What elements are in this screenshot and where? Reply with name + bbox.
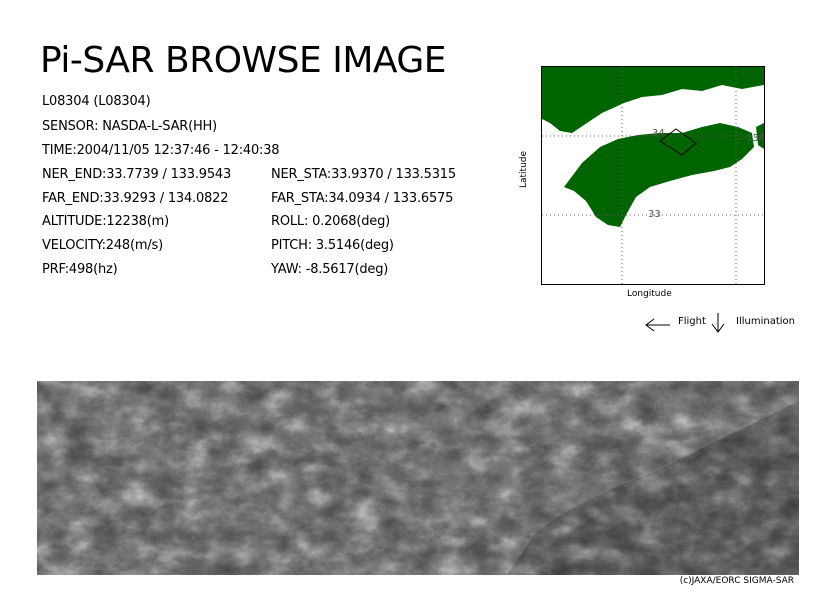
far-sta-field: FAR_STA:34.0934 / 133.6575 [271, 191, 454, 206]
pitch-field: PITCH: 3.5146(deg) [271, 238, 394, 253]
prf-field: PRF:498(hz) [42, 262, 118, 277]
scene-id: L08304 (L08304) [42, 94, 151, 109]
sar-image [37, 381, 799, 575]
altitude-field: ALTITUDE:12238(m) [42, 214, 169, 229]
yaw-field: YAW: -8.5617(deg) [271, 262, 389, 277]
lon-tick-134: 134 [746, 133, 764, 144]
land-honshu [542, 67, 764, 133]
roll-field: ROLL: 0.2068(deg) [271, 214, 390, 229]
lat-tick-33: 33 [648, 209, 661, 220]
locator-map-graphic: 34 33 134 [542, 67, 764, 284]
sar-terrain-texture [37, 381, 799, 575]
illumination-label: Illumination [736, 316, 795, 327]
ner-sta-field: NER_STA:33.9370 / 133.5315 [271, 167, 456, 182]
lat-tick-34: 34 [652, 128, 665, 139]
far-end-field: FAR_END:33.9293 / 134.0822 [42, 191, 229, 206]
flight-label: Flight [678, 316, 706, 327]
ner-end-field: NER_END:33.7739 / 133.9543 [42, 167, 232, 182]
latitude-axis-label: Latitude [519, 150, 529, 188]
time-field: TIME:2004/11/05 12:37:46 - 12:40:38 [42, 143, 280, 158]
page-title: Pi-SAR BROWSE IMAGE [40, 40, 447, 81]
longitude-axis-label: Longitude [627, 289, 672, 299]
velocity-field: VELOCITY:248(m/s) [42, 238, 163, 253]
arrow-down-icon [711, 313, 725, 333]
arrow-left-icon [645, 318, 670, 332]
sensor-field: SENSOR: NASDA-L-SAR(HH) [42, 119, 217, 134]
locator-map: 34 33 134 [541, 66, 765, 285]
copyright-credit: (c)JAXA/EORC SIGMA-SAR [679, 576, 794, 586]
